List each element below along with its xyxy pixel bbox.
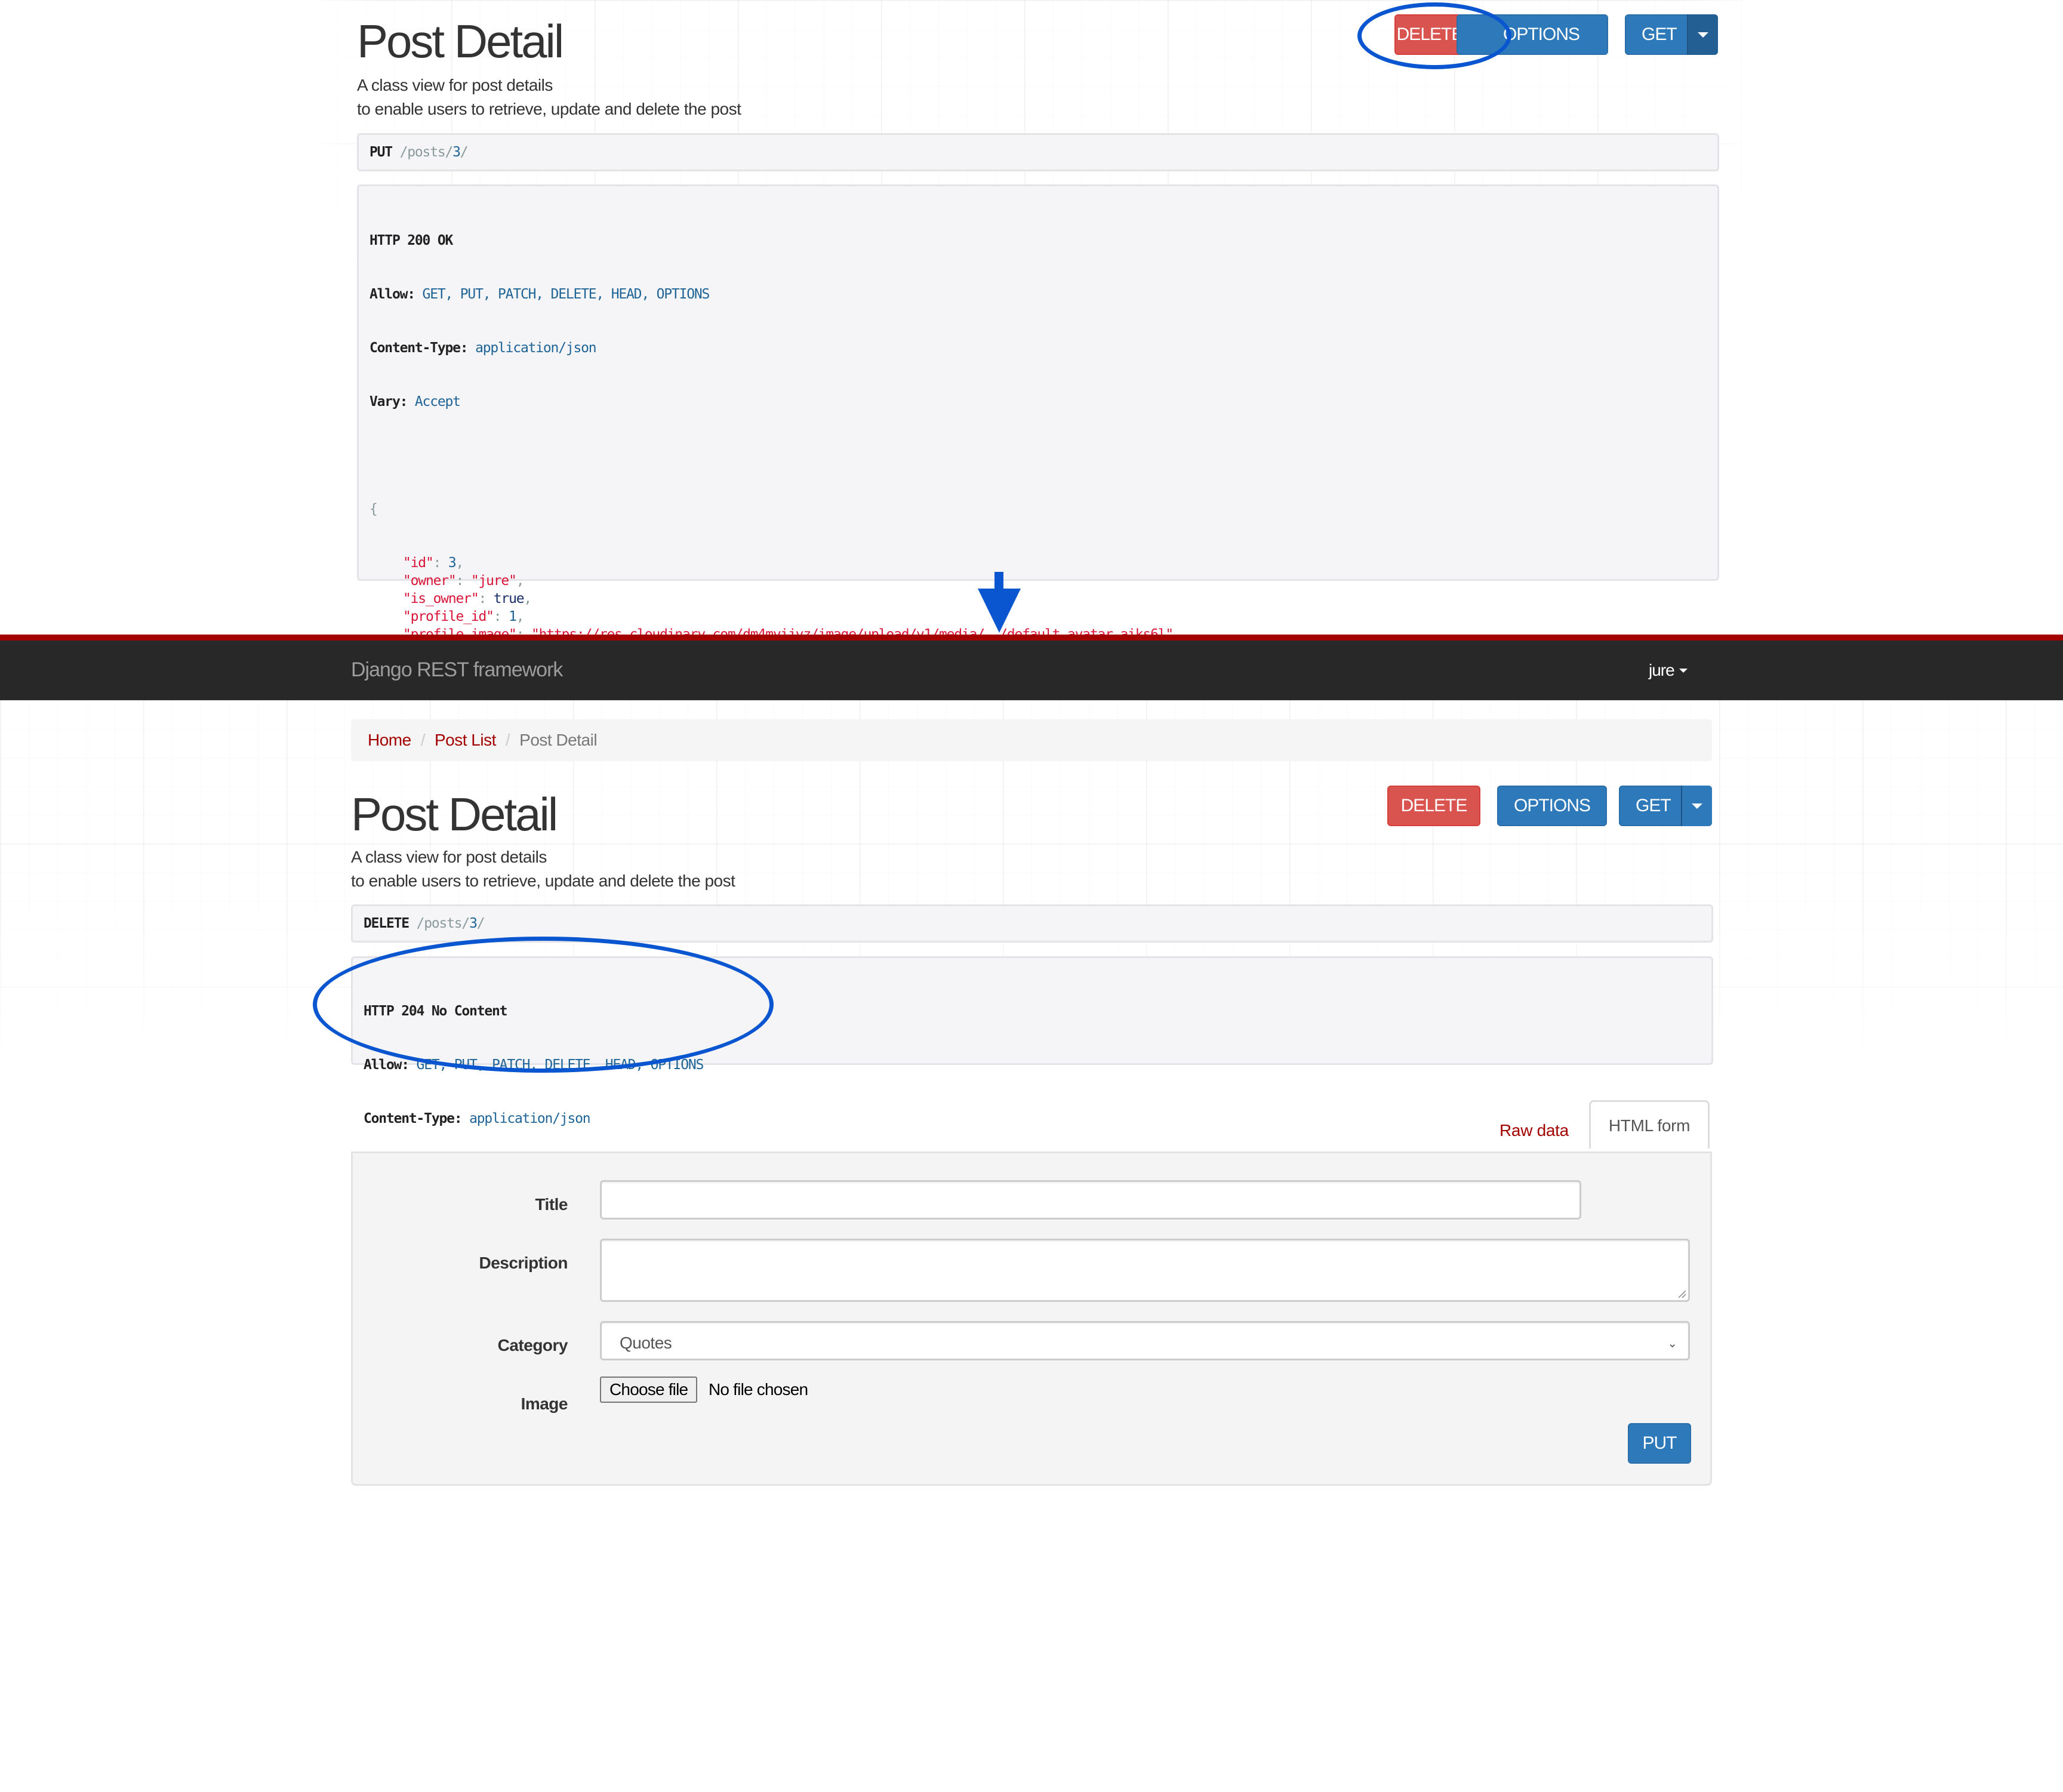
delete-response-screenshot: Django REST framework jure Home / Post L… [0,635,2063,1792]
delete-button[interactable]: DELETE [1387,786,1480,826]
choose-file-button[interactable]: Choose file [600,1377,698,1403]
user-menu[interactable]: jure [1649,661,1688,680]
chevron-down-icon: ⌄ [1667,1337,1677,1350]
breadcrumb: Home / Post List / Post Detail [351,719,1712,761]
breadcrumb-home[interactable]: Home [368,731,411,750]
get-format-dropdown[interactable] [1681,786,1712,826]
page-description: A class view for post details to enable … [357,76,741,118]
breadcrumb-post-detail: Post Detail [519,731,598,749]
options-button[interactable]: OPTIONS [1497,786,1607,826]
description-textarea[interactable] [600,1239,1690,1302]
json-value: 1 [509,609,517,624]
json-value: 3 [448,555,457,571]
response-json-body: "id": 3, "owner": "jure", "is_owner": true… [370,554,1181,636]
caret-down-icon [1698,32,1708,38]
breadcrumb-post-list[interactable]: Post List [435,731,496,750]
request-path: /posts/ [399,144,454,160]
request-bar: PUT /posts/3/ [357,133,1719,171]
tab-raw-data[interactable]: Raw data [1479,1121,1589,1149]
json-line: "profile_id": 1, [403,609,525,624]
get-format-dropdown[interactable] [1687,14,1718,55]
image-label: Image [521,1394,568,1413]
put-response-screenshot: Post Detail A class view for post detail… [0,0,2063,636]
tab-html-form[interactable]: HTML form [1588,1100,1710,1149]
get-button[interactable]: GET [1619,786,1712,826]
description-label: Description [479,1254,568,1272]
response-header: Allow: GET, PUT, PATCH, DELETE, HEAD, OP… [370,287,710,302]
request-method: DELETE [364,916,409,931]
response-header: Content-Type: application/json [370,340,597,356]
json-key: "profile_id" [403,609,494,624]
get-button[interactable]: GET [1625,14,1718,55]
request-path-id: 3 [452,144,461,160]
json-line: "is_owner": true, [403,591,532,606]
file-status: No file chosen [709,1380,808,1399]
category-label: Category [497,1336,568,1354]
html-form-panel: Title Description Category Quotes ⌄ Imag… [351,1151,1712,1486]
navbar: Django REST framework jure [0,641,2063,700]
page-title: Post Detail [351,788,558,840]
title-label: Title [535,1195,568,1214]
response-status: HTTP 204 No Content [364,1003,507,1019]
arrow-down-icon [978,572,1021,633]
options-button[interactable]: OPTIONS [1457,14,1608,55]
response-header: Vary: Accept [370,394,461,409]
request-method: PUT [370,144,393,160]
json-key: "owner" [403,573,457,589]
form-tabs: Raw data HTML form [1479,1100,1710,1149]
caret-down-icon [1692,803,1702,809]
resize-handle-icon[interactable] [1679,1291,1686,1298]
json-line: "id": 3, [403,555,464,571]
json-line: "owner": "jure", [403,573,525,589]
response-header: Allow: GET, PUT, PATCH, DELETE, HEAD, OP… [364,1057,704,1073]
page-description: A class view for post details to enable … [351,848,735,890]
json-value: true [493,591,525,606]
json-key: "id" [403,555,434,571]
request-path-id: 3 [469,916,478,931]
navbar-brand[interactable]: Django REST framework [351,658,563,682]
category-select[interactable]: Quotes ⌄ [600,1321,1690,1360]
request-bar: DELETE /posts/3/ [351,904,1713,943]
response-panel: HTTP 204 No Content Allow: GET, PUT, PAT… [351,956,1713,1180]
response-header: Content-Type: application/json [364,1111,591,1126]
response-status: HTTP 200 OK [370,233,453,248]
delete-button[interactable]: DELETE [1394,14,1465,55]
put-button[interactable]: PUT [1628,1423,1691,1464]
request-path: /posts/ [416,916,470,931]
page-title: Post Detail [357,15,564,67]
caret-down-icon [1679,668,1688,673]
response-panel: HTTP 200 OK Allow: GET, PUT, PATCH, DELE… [357,184,1719,636]
json-key: "is_owner" [403,591,479,606]
json-value: "jure" [470,573,517,589]
title-input[interactable] [600,1180,1581,1220]
